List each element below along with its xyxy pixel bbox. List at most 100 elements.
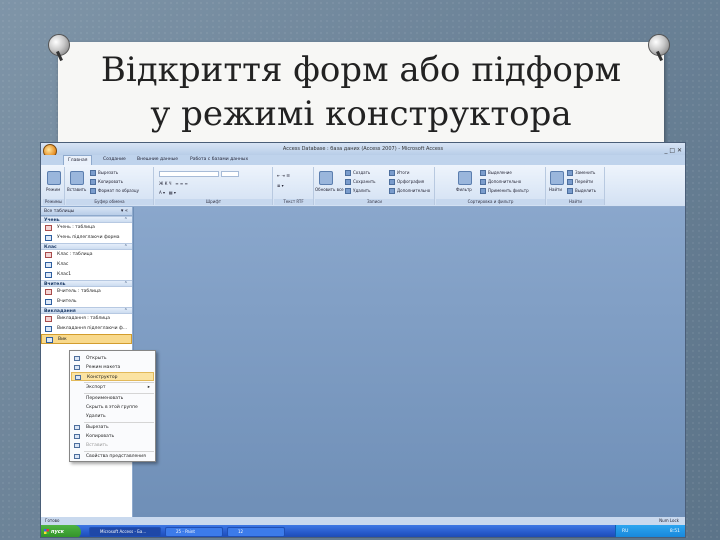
form-icon	[45, 299, 52, 305]
spelling-button[interactable]: Орфография	[389, 179, 424, 185]
nav-item-klas-table[interactable]: Клас : таблица	[41, 250, 132, 260]
tab-home[interactable]: Главная	[63, 155, 93, 165]
more-records-button[interactable]: Дополнительно	[389, 188, 430, 194]
format-painter-button[interactable]: Формат по образцу	[90, 188, 139, 194]
toggle-filter-button[interactable]: Применить фильтр	[480, 188, 529, 194]
table-icon	[45, 289, 52, 295]
status-bar: Готово Num Lock	[41, 517, 685, 525]
taskbar-access[interactable]: Microsoft Access - Ба...	[89, 527, 161, 537]
system-tray: RU 8:51	[615, 525, 685, 537]
menu-item-properties[interactable]: Свойства представления	[71, 452, 154, 461]
window-titlebar: Access Database : база даних (Access 200…	[41, 143, 685, 155]
group-clipboard: Вставить Вырезать Копировать Формат по о…	[66, 167, 154, 205]
menu-item-hide[interactable]: Скрыть в этой группе	[71, 403, 154, 412]
cut-button[interactable]: Вырезать	[90, 170, 118, 176]
tab-database-tools[interactable]: Работа с базами данных	[186, 155, 252, 165]
binoculars-icon[interactable]	[550, 171, 564, 185]
nav-header[interactable]: Все таблицы ▾ «	[41, 207, 132, 216]
advanced-icon	[480, 179, 486, 185]
group-label-find: Найти	[547, 199, 604, 205]
nav-item-vchytel-table[interactable]: Вчитель : таблица	[41, 287, 132, 297]
delete-record-button[interactable]: Удалить	[345, 188, 371, 194]
menu-item-layout-view[interactable]: Режим макета	[71, 363, 154, 372]
slide-title-line1: Відкриття форм або підформ	[100, 50, 622, 90]
replace-button[interactable]: Заменить	[567, 170, 595, 176]
group-rich-text: ⇤ ⇥ ☰ ≣ ▾ Текст RTF	[274, 167, 314, 205]
totals-button[interactable]: Итоги	[389, 170, 409, 176]
refresh-icon[interactable]	[319, 171, 333, 185]
brush-icon	[90, 188, 96, 194]
toggle-filter-icon	[480, 188, 486, 194]
group-font: Ж К Ч ≡ ≡ ≡ A ▾ ▦ ▾ Шрифт	[155, 167, 273, 205]
num-lock-indicator: Num Lock	[659, 518, 679, 523]
nav-group-vchytel[interactable]: Вчитель ⌃	[41, 280, 132, 287]
menu-item-rename[interactable]: Переименовать	[71, 394, 154, 403]
nav-group-vykladannia[interactable]: Викладання ⌃	[41, 307, 132, 314]
goto-button[interactable]: Перейти	[567, 179, 593, 185]
nav-group-klas[interactable]: Клас ⌃	[41, 243, 132, 250]
view-icon[interactable]	[47, 171, 61, 185]
paste-icon[interactable]	[70, 171, 84, 185]
paste-button[interactable]: Вставить	[67, 187, 86, 192]
taskbar-paint[interactable]: 25 - Paint	[165, 527, 223, 537]
layout-icon	[74, 365, 80, 370]
font-color-icon[interactable]: A ▾ ▦ ▾	[159, 190, 176, 195]
group-label-font: Шрифт	[155, 199, 272, 205]
table-icon	[45, 252, 52, 258]
refresh-button[interactable]: Обновить все	[315, 187, 344, 192]
nav-item-vchytel-form[interactable]: Вчитель	[41, 297, 132, 307]
replace-icon	[567, 170, 573, 176]
nav-item-klas-form[interactable]: Клас	[41, 260, 132, 270]
group-records: Обновить все Создать Сохранить Удалить И…	[315, 167, 435, 205]
clock: 8:51	[669, 529, 680, 534]
more-icon	[389, 188, 395, 194]
select-icon	[567, 188, 573, 194]
menu-item-cut[interactable]: Вырезать	[71, 423, 154, 432]
save-record-button[interactable]: Сохранить	[345, 179, 376, 185]
nav-item-uchen-subform[interactable]: Учень підлеглаючи форма	[41, 233, 132, 243]
indent-icons[interactable]: ⇤ ⇥ ☰	[277, 173, 290, 178]
view-button[interactable]: Режим	[46, 187, 60, 192]
nav-item-vykladannia-subform[interactable]: Викладання підлеглаючи ф...	[41, 324, 132, 334]
menu-item-delete[interactable]: Удалить	[71, 412, 154, 421]
menu-item-export[interactable]: Экспорт ▸	[71, 383, 154, 392]
advanced-filter-button[interactable]: Дополнительно	[480, 179, 521, 185]
menu-item-design-view[interactable]: Конструктор	[71, 372, 154, 381]
start-button[interactable]: пуск	[41, 525, 81, 537]
bold-italic-underline-icon[interactable]: Ж К Ч ≡ ≡ ≡	[159, 181, 188, 186]
font-name-select[interactable]	[159, 171, 219, 177]
ribbon-tabs: Главная Создание Внешние данные Работа с…	[41, 155, 685, 165]
new-record-button[interactable]: Создать	[345, 170, 370, 176]
scissors-icon	[90, 170, 96, 176]
list-icons[interactable]: ≣ ▾	[277, 183, 284, 188]
copy-button[interactable]: Копировать	[90, 179, 123, 185]
nav-item-vykladannia-table[interactable]: Викладання : таблица	[41, 314, 132, 324]
menu-item-open[interactable]: Открыть	[71, 354, 154, 363]
chevron-down-icon[interactable]: ▾ «	[121, 207, 128, 216]
filter-icon[interactable]	[458, 171, 472, 185]
select-button[interactable]: Выделить	[567, 188, 596, 194]
group-label-rich-text: Текст RTF	[274, 199, 313, 205]
nav-item-uchen-table[interactable]: Учень : таблица	[41, 223, 132, 233]
nav-group-uchen[interactable]: Учень ⌃	[41, 216, 132, 223]
sigma-icon	[389, 170, 395, 176]
nav-item-vyk-selected[interactable]: Вик	[41, 334, 132, 344]
find-button[interactable]: Найти	[549, 187, 562, 192]
taskbar: пуск Microsoft Access - Ба... 25 - Paint…	[41, 525, 685, 537]
taskbar-folder[interactable]: 12	[227, 527, 285, 537]
new-icon	[345, 170, 351, 176]
slide-title-line2: у режимі конструктора	[150, 94, 572, 134]
table-icon	[45, 225, 52, 231]
language-indicator[interactable]: RU	[622, 525, 628, 537]
menu-item-copy[interactable]: Копировать	[71, 432, 154, 441]
group-find: Найти Заменить Перейти Выделить Найти	[547, 167, 605, 205]
properties-icon	[74, 454, 80, 459]
selection-filter-button[interactable]: Выделение	[480, 170, 512, 176]
font-size-select[interactable]	[221, 171, 239, 177]
copy-icon	[90, 179, 96, 185]
tab-create[interactable]: Создание	[99, 155, 130, 165]
nav-item-klas1-form[interactable]: Клас1	[41, 270, 132, 280]
filter-button[interactable]: Фильтр	[456, 187, 472, 192]
tab-external-data[interactable]: Внешние данные	[133, 155, 182, 165]
window-title: Access Database : база даних (Access 200…	[282, 146, 444, 152]
